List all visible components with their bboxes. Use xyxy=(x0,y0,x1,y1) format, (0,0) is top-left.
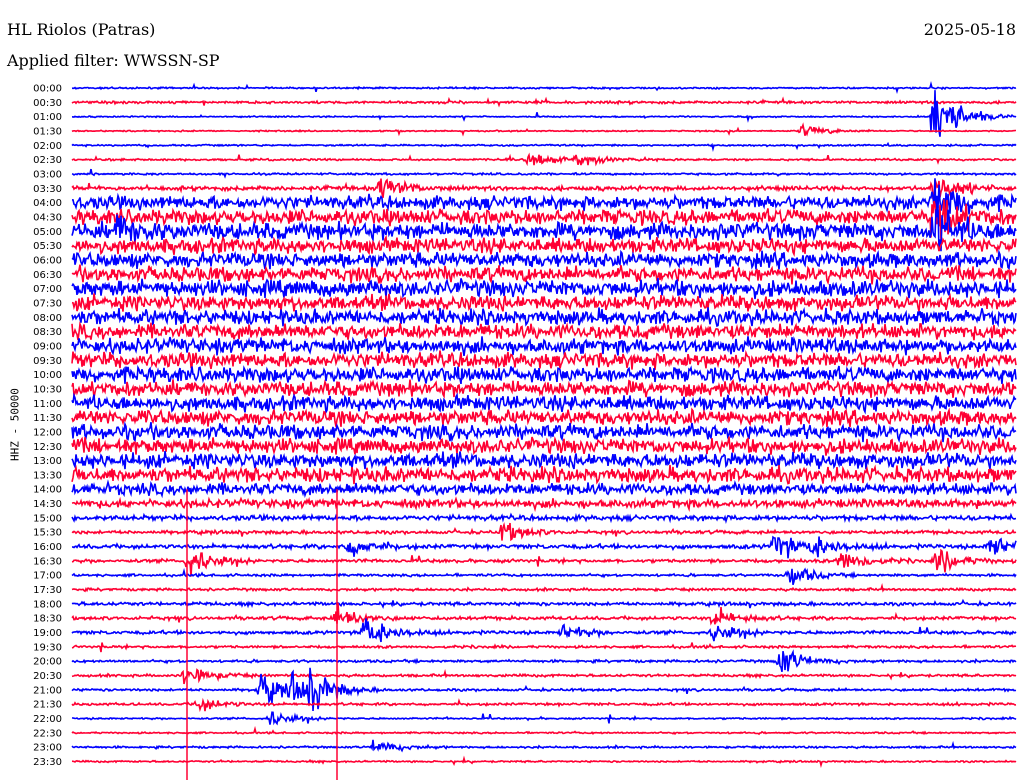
row-time-label: 06:30 xyxy=(33,270,62,281)
trace-line xyxy=(71,711,1017,726)
row-time-label: 21:30 xyxy=(33,700,62,711)
row-time-label: 23:30 xyxy=(33,757,62,768)
trace-line xyxy=(71,496,1017,513)
trace-line xyxy=(71,725,1017,736)
row-time-label: 14:00 xyxy=(33,485,62,496)
row-time-label: 07:30 xyxy=(33,298,62,309)
row-time-label: 02:00 xyxy=(33,141,62,152)
trace-line xyxy=(71,378,1017,400)
row-time-label: 00:00 xyxy=(33,84,62,95)
seismogram-plot: 00:00 00:30 01:00 01:30 02:00 02:30 03:00 03:30… xyxy=(33,81,1017,780)
trace-line xyxy=(71,548,1017,577)
trace-line xyxy=(71,642,1017,653)
row-time-label: 11:00 xyxy=(33,399,62,410)
row-time-label: 08:30 xyxy=(33,327,62,338)
row-time-label: 18:30 xyxy=(33,614,62,625)
trace-line xyxy=(71,392,1017,415)
row-time-label: 16:00 xyxy=(33,542,62,553)
row-time-label: 22:00 xyxy=(33,714,62,725)
trace-line xyxy=(71,602,1017,626)
helicorder: HL Riolos (Patras) 2025-05-18 Applied fi… xyxy=(0,0,1024,780)
trace-line xyxy=(71,96,1017,108)
trace-line xyxy=(71,292,1017,313)
trace-line xyxy=(71,697,1017,713)
row-time-label: 13:00 xyxy=(33,456,62,467)
row-time-label: 08:00 xyxy=(33,313,62,324)
trace-line xyxy=(71,755,1017,769)
trace-line xyxy=(71,618,1017,643)
row-time-label: 09:00 xyxy=(33,341,62,352)
row-time-label: 00:30 xyxy=(33,98,62,109)
trace-line xyxy=(71,349,1017,370)
trace-line xyxy=(71,479,1017,499)
trace-line xyxy=(71,178,1017,220)
trace-line xyxy=(71,320,1017,341)
row-time-label: 03:30 xyxy=(33,184,62,195)
row-time-label: 16:30 xyxy=(33,556,62,567)
row-time-label: 23:00 xyxy=(33,743,62,754)
row-time-label: 15:00 xyxy=(33,513,62,524)
trace-line xyxy=(71,122,1016,137)
row-time-label: 04:30 xyxy=(33,212,62,223)
row-time-label: 17:00 xyxy=(33,571,62,582)
row-time-label: 09:30 xyxy=(33,356,62,367)
row-time-label: 10:00 xyxy=(33,370,62,381)
row-time-label: 22:30 xyxy=(33,728,62,739)
trace-line xyxy=(71,649,1017,672)
trace-line xyxy=(71,583,1017,593)
trace-line xyxy=(71,521,1017,542)
trace-line xyxy=(71,567,1017,586)
trace-line xyxy=(71,464,1017,485)
trace-line xyxy=(71,364,1017,385)
row-time-label: 12:00 xyxy=(33,427,62,438)
row-time-label: 05:00 xyxy=(33,227,62,238)
trace-line xyxy=(71,264,1017,286)
trace-line xyxy=(71,435,1017,456)
trace-line xyxy=(71,81,1017,95)
row-time-label: 01:30 xyxy=(33,126,62,137)
trace-line xyxy=(71,141,1017,152)
row-time-label: 04:00 xyxy=(33,198,62,209)
trace-line xyxy=(71,535,1017,559)
row-time-label: 02:30 xyxy=(33,155,62,166)
trace-line xyxy=(71,152,1017,167)
row-time-label: 20:00 xyxy=(33,657,62,668)
trace-line xyxy=(71,306,1017,328)
row-time-label: 19:00 xyxy=(33,628,62,639)
row-time-label: 07:00 xyxy=(33,284,62,295)
trace-line xyxy=(71,277,1017,300)
trace-line xyxy=(71,450,1017,471)
row-time-label: 18:00 xyxy=(33,599,62,610)
trace-line xyxy=(71,407,1017,428)
row-time-label: 17:30 xyxy=(33,585,62,596)
trace-line xyxy=(71,168,1017,179)
row-time-label: 19:30 xyxy=(33,642,62,653)
trace-line xyxy=(71,739,1017,753)
row-time-label: 15:30 xyxy=(33,528,62,539)
row-time-label: 03:00 xyxy=(33,169,62,180)
row-time-label: 11:30 xyxy=(33,413,62,424)
trace-line xyxy=(71,90,1017,137)
row-time-label: 13:30 xyxy=(33,470,62,481)
row-time-label: 21:00 xyxy=(33,685,62,696)
trace-line xyxy=(71,336,1017,357)
row-time-label: 14:30 xyxy=(33,499,62,510)
row-time-label: 10:30 xyxy=(33,384,62,395)
trace-line xyxy=(71,249,1017,271)
row-time-label: 06:00 xyxy=(33,255,62,266)
trace-line xyxy=(71,668,1017,685)
trace-line xyxy=(71,234,1017,257)
trace-line xyxy=(71,598,1017,610)
row-time-label: 12:30 xyxy=(33,442,62,453)
row-time-label: 05:30 xyxy=(33,241,62,252)
row-time-label: 20:30 xyxy=(33,671,62,682)
row-time-label: 01:00 xyxy=(33,112,62,123)
trace-line xyxy=(71,512,1017,525)
